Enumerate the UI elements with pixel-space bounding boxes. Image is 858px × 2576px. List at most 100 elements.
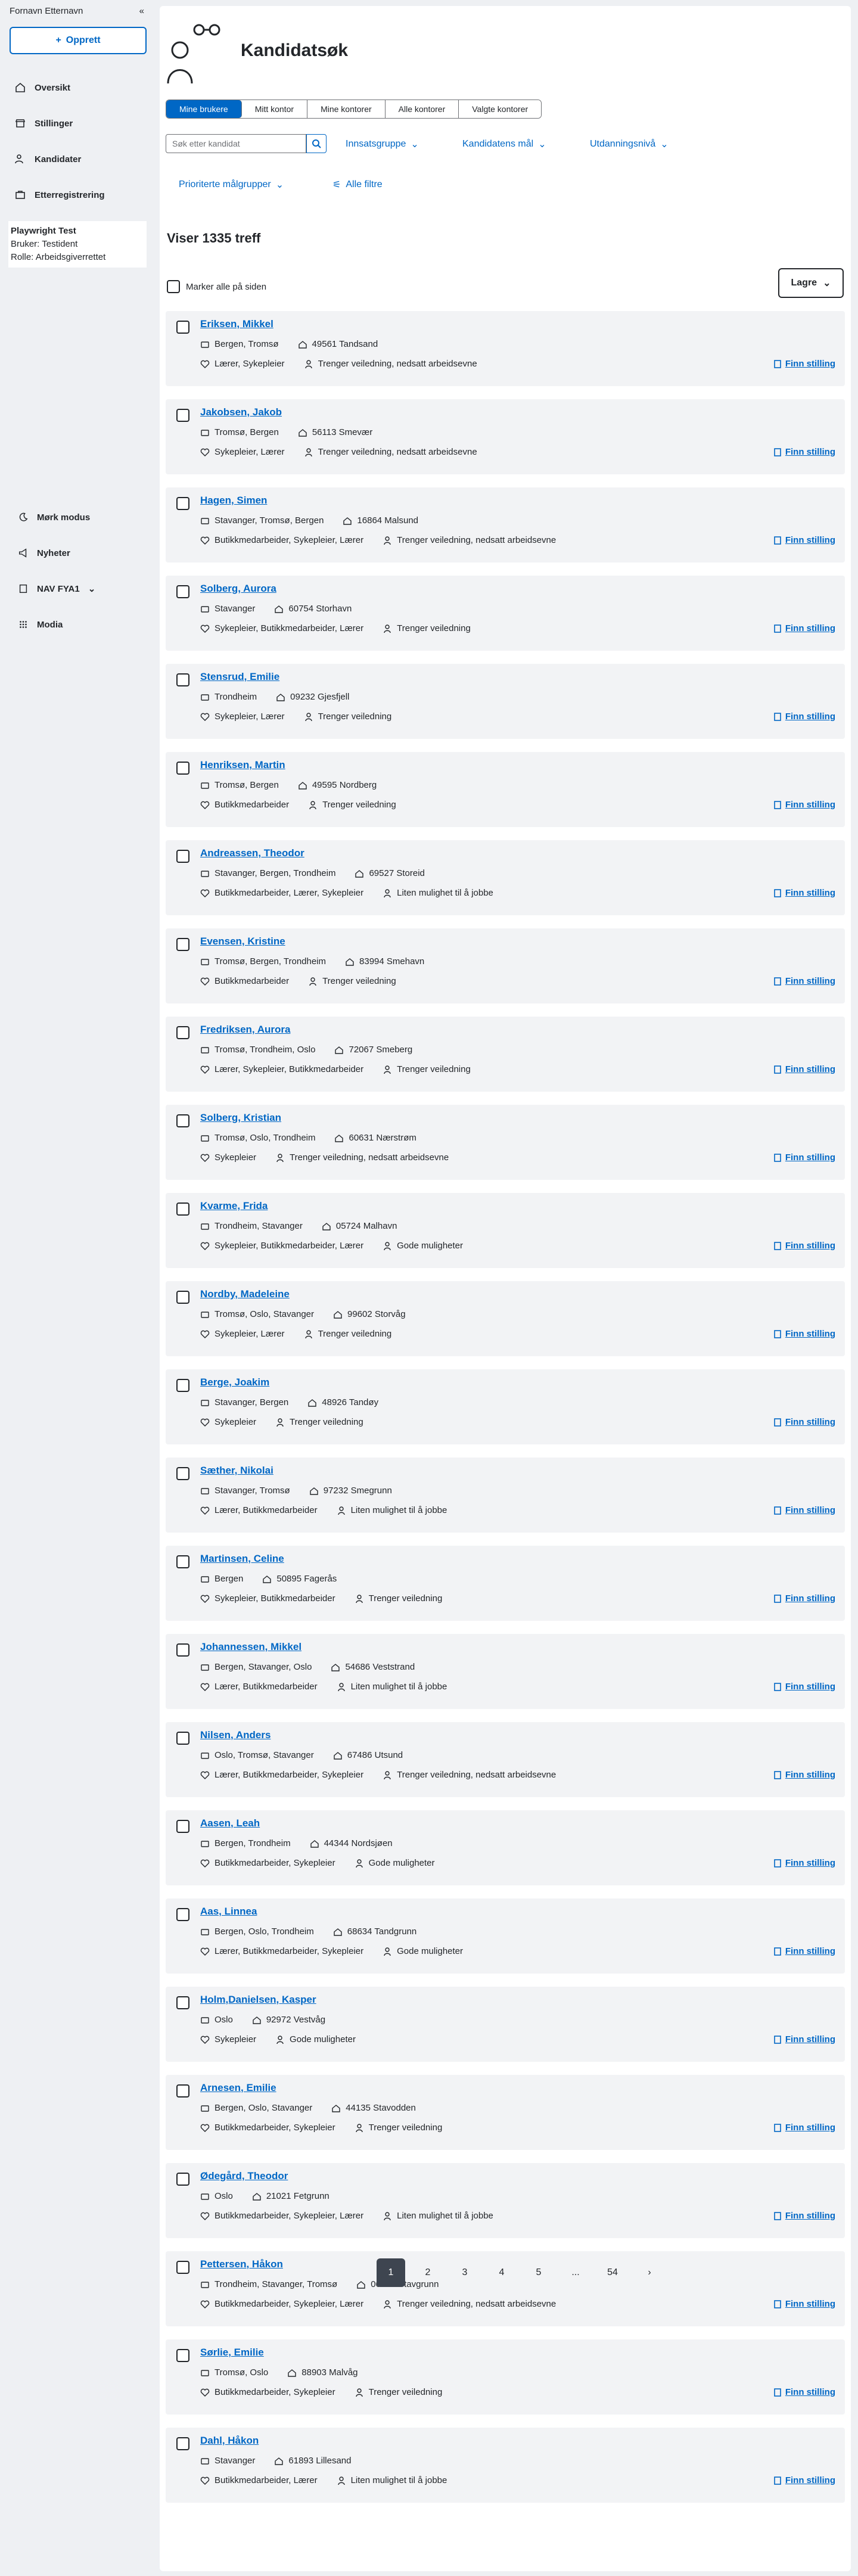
filter-innsatsgruppe[interactable]: Innsatsgruppe ⌄	[346, 138, 419, 150]
new-button[interactable]: + Opprett	[10, 27, 147, 54]
pagination-page[interactable]: 2	[414, 2258, 442, 2287]
collapse-sidebar-icon[interactable]: «	[139, 6, 144, 16]
pagination-page[interactable]: 5	[524, 2258, 553, 2287]
finn-stilling-link[interactable]: Finn stilling	[773, 1858, 835, 1868]
pagination-page[interactable]: 1	[377, 2258, 405, 2287]
candidate-checkbox[interactable]	[176, 1467, 189, 1480]
finn-stilling-link[interactable]: Finn stilling	[773, 1682, 835, 1692]
candidate-name-link[interactable]: Sørlie, Emilie	[200, 2347, 264, 2359]
finn-stilling-link[interactable]: Finn stilling	[773, 2475, 835, 2485]
filter-prioriterte-malgrupper[interactable]: Prioriterte målgrupper ⌄	[179, 179, 284, 191]
candidate-name-link[interactable]: Nordby, Madeleine	[200, 1288, 290, 1300]
finn-stilling-link[interactable]: Finn stilling	[773, 1770, 835, 1780]
candidate-checkbox[interactable]	[176, 762, 189, 775]
candidate-name-link[interactable]: Stensrud, Emilie	[200, 671, 279, 683]
sidebar-item-etterregistrering[interactable]: Etterregistrering	[0, 177, 153, 213]
candidate-name-link[interactable]: Sæther, Nikolai	[200, 1465, 273, 1477]
sidebar-item-stillinger[interactable]: Stillinger	[0, 105, 153, 141]
mark-all-checkbox[interactable]: Marker alle på siden	[167, 280, 266, 293]
finn-stilling-link[interactable]: Finn stilling	[773, 2123, 835, 2133]
candidate-name-link[interactable]: Ødegård, Theodor	[200, 2170, 288, 2182]
candidate-name-link[interactable]: Henriksen, Martin	[200, 759, 285, 771]
candidate-checkbox[interactable]	[176, 1202, 189, 1216]
finn-stilling-link[interactable]: Finn stilling	[773, 976, 835, 986]
finn-stilling-link[interactable]: Finn stilling	[773, 359, 835, 369]
finn-stilling-link[interactable]: Finn stilling	[773, 447, 835, 457]
candidate-checkbox[interactable]	[176, 1291, 189, 1304]
candidate-checkbox[interactable]	[176, 673, 189, 686]
finn-stilling-link[interactable]: Finn stilling	[773, 1417, 835, 1427]
candidate-name-link[interactable]: Arnesen, Emilie	[200, 2082, 276, 2094]
candidate-checkbox[interactable]	[176, 850, 189, 863]
finn-stilling-link[interactable]: Finn stilling	[773, 1505, 835, 1515]
finn-stilling-link[interactable]: Finn stilling	[773, 888, 835, 898]
finn-stilling-link[interactable]: Finn stilling	[773, 1593, 835, 1604]
candidate-checkbox[interactable]	[176, 2437, 189, 2450]
candidate-checkbox[interactable]	[176, 1114, 189, 1127]
sidebar-item-oversikt[interactable]: Oversikt	[0, 70, 153, 105]
tab-mitt-kontor[interactable]: Mitt kontor	[241, 100, 308, 118]
candidate-name-link[interactable]: Solberg, Kristian	[200, 1112, 281, 1124]
tab-mine-kontorer[interactable]: Mine kontorer	[307, 100, 386, 118]
pagination-page[interactable]: 4	[487, 2258, 516, 2287]
finn-stilling-link[interactable]: Finn stilling	[773, 623, 835, 633]
candidate-name-link[interactable]: Kvarme, Frida	[200, 1200, 268, 1212]
candidate-checkbox[interactable]	[176, 1996, 189, 2009]
pagination-page[interactable]: 3	[450, 2258, 479, 2287]
save-button[interactable]: Lagre ⌄	[778, 268, 844, 298]
candidate-name-link[interactable]: Andreassen, Theodor	[200, 847, 304, 859]
candidate-checkbox[interactable]	[176, 585, 189, 598]
candidate-name-link[interactable]: Eriksen, Mikkel	[200, 318, 273, 330]
candidate-checkbox[interactable]	[176, 1643, 189, 1657]
candidate-checkbox[interactable]	[176, 2173, 189, 2186]
search-button[interactable]	[306, 134, 327, 153]
next-page-chevron-icon[interactable]: ›	[635, 2258, 664, 2287]
candidate-name-link[interactable]: Nilsen, Anders	[200, 1729, 271, 1741]
candidate-name-link[interactable]: Johannessen, Mikkel	[200, 1641, 301, 1653]
finn-stilling-link[interactable]: Finn stilling	[773, 1241, 835, 1251]
filter-kandidatens-mal[interactable]: Kandidatens mål ⌄	[462, 138, 546, 150]
candidate-name-link[interactable]: Solberg, Aurora	[200, 583, 276, 595]
candidate-name-link[interactable]: Holm,Danielsen, Kasper	[200, 1994, 316, 2006]
candidate-name-link[interactable]: Pettersen, Håkon	[200, 2258, 283, 2270]
tab-alle-kontorer[interactable]: Alle kontorer	[385, 100, 459, 118]
finn-stilling-link[interactable]: Finn stilling	[773, 1064, 835, 1074]
checkbox[interactable]	[167, 280, 180, 293]
finn-stilling-link[interactable]: Finn stilling	[773, 1946, 835, 1956]
candidate-name-link[interactable]: Martinsen, Celine	[200, 1553, 284, 1565]
finn-stilling-link[interactable]: Finn stilling	[773, 2034, 835, 2044]
tab-valgte-kontorer[interactable]: Valgte kontorer	[459, 100, 542, 118]
candidate-checkbox[interactable]	[176, 1732, 189, 1745]
candidate-checkbox[interactable]	[176, 1026, 189, 1039]
modia-link[interactable]: Modia	[0, 607, 153, 642]
finn-stilling-link[interactable]: Finn stilling	[773, 535, 835, 545]
candidate-checkbox[interactable]	[176, 938, 189, 951]
candidate-name-link[interactable]: Fredriksen, Aurora	[200, 1024, 290, 1036]
finn-stilling-link[interactable]: Finn stilling	[773, 711, 835, 722]
candidate-name-link[interactable]: Aas, Linnea	[200, 1906, 257, 1918]
dark-mode-toggle[interactable]: Mørk modus	[0, 499, 153, 535]
sidebar-item-kandidater[interactable]: Kandidater	[0, 141, 153, 177]
tab-mine-brukere[interactable]: Mine brukere	[166, 100, 242, 118]
finn-stilling-link[interactable]: Finn stilling	[773, 1152, 835, 1163]
pagination-page[interactable]: 54	[598, 2258, 627, 2287]
finn-stilling-link[interactable]: Finn stilling	[773, 2211, 835, 2221]
candidate-name-link[interactable]: Dahl, Håkon	[200, 2435, 259, 2447]
candidate-checkbox[interactable]	[176, 2084, 189, 2098]
all-filters-button[interactable]: ⚟ Alle filtre	[332, 179, 383, 191]
search-input[interactable]: Søk etter kandidat	[166, 134, 306, 153]
finn-stilling-link[interactable]: Finn stilling	[773, 2387, 835, 2397]
candidate-checkbox[interactable]	[176, 1908, 189, 1921]
candidate-name-link[interactable]: Evensen, Kristine	[200, 936, 285, 947]
news-link[interactable]: Nyheter	[0, 535, 153, 571]
candidate-checkbox[interactable]	[176, 1379, 189, 1392]
filter-utdanningsniva[interactable]: Utdanningsnivå ⌄	[590, 138, 669, 150]
candidate-checkbox[interactable]	[176, 409, 189, 422]
candidate-name-link[interactable]: Aasen, Leah	[200, 1817, 260, 1829]
candidate-checkbox[interactable]	[176, 497, 189, 510]
finn-stilling-link[interactable]: Finn stilling	[773, 1329, 835, 1339]
candidate-checkbox[interactable]	[176, 2349, 189, 2362]
office-selector[interactable]: NAV FYA1 ⌄	[0, 571, 153, 607]
candidate-name-link[interactable]: Berge, Joakim	[200, 1376, 269, 1388]
finn-stilling-link[interactable]: Finn stilling	[773, 800, 835, 810]
